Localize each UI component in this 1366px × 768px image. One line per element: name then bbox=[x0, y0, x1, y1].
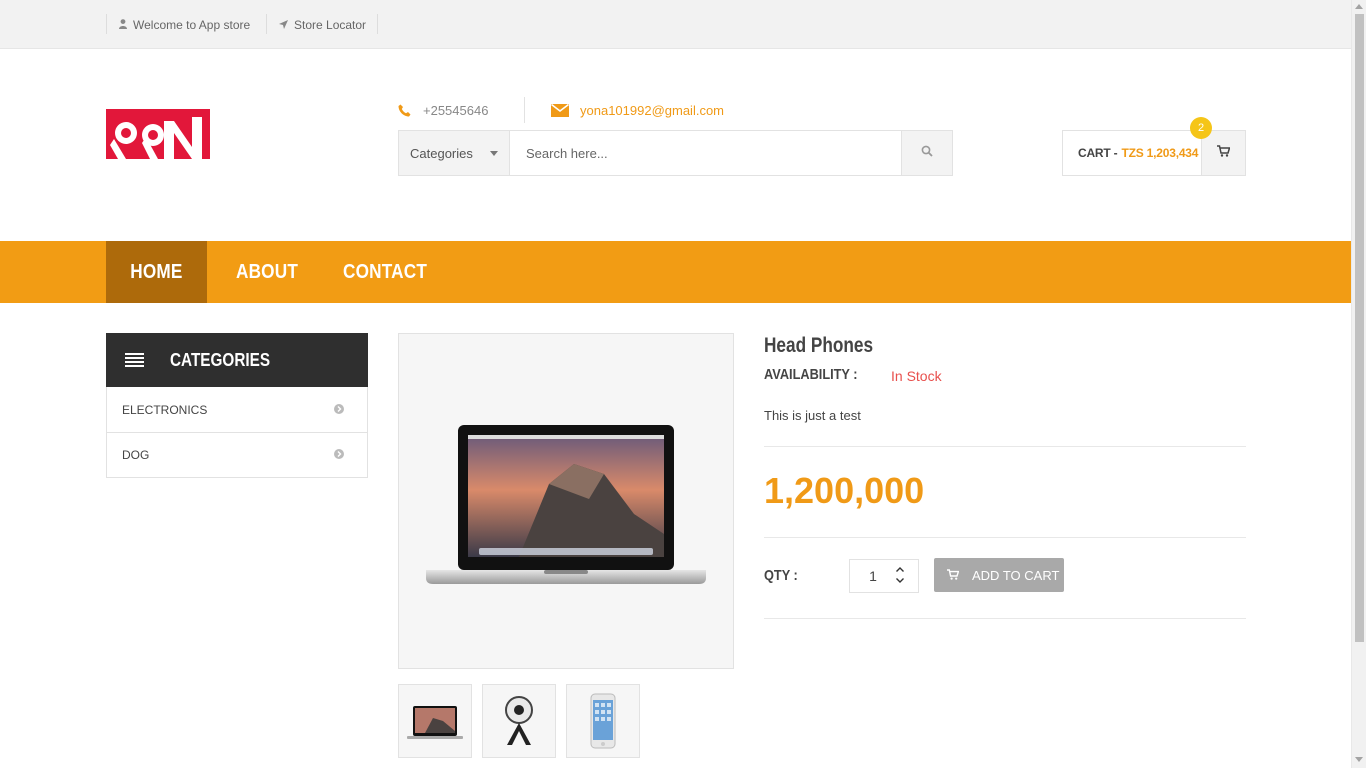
chevron-down-icon[interactable] bbox=[895, 576, 905, 584]
nav-about[interactable]: ABOUT bbox=[236, 241, 298, 303]
product-title: Head Phones bbox=[764, 334, 874, 357]
category-item-dog[interactable]: DOG bbox=[107, 432, 367, 477]
email-contact[interactable]: yona101992@gmail.com bbox=[551, 100, 724, 120]
scroll-up-arrow-icon[interactable] bbox=[1355, 4, 1363, 9]
store-logo[interactable] bbox=[106, 109, 210, 159]
search-icon bbox=[921, 144, 933, 162]
nav-home[interactable]: HOME bbox=[106, 241, 207, 303]
qty-label: QTY : bbox=[764, 567, 798, 584]
product-description: This is just a test bbox=[764, 408, 861, 423]
scroll-down-arrow-icon[interactable] bbox=[1355, 757, 1363, 762]
page: Welcome to App store Store Locator +2554… bbox=[0, 0, 1366, 768]
quantity-stepper bbox=[849, 559, 919, 593]
category-item-label: DOG bbox=[122, 448, 150, 462]
product-thumbnail-laptop[interactable] bbox=[398, 684, 472, 758]
cart-count-badge: 2 bbox=[1190, 117, 1212, 139]
categories-title: CATEGORIES bbox=[170, 349, 271, 370]
envelope-icon bbox=[551, 103, 569, 117]
store-locator-text: Store Locator bbox=[294, 17, 367, 32]
caret-down-icon bbox=[490, 151, 498, 156]
product-thumbnail-phone[interactable] bbox=[566, 684, 640, 758]
nav-contact-label: CONTACT bbox=[343, 260, 428, 283]
divider bbox=[764, 446, 1246, 447]
phone-contact: +25545646 bbox=[398, 100, 488, 120]
top-bar: Welcome to App store Store Locator bbox=[0, 0, 1351, 49]
search-bar: Categories bbox=[398, 130, 953, 176]
shopping-cart-icon bbox=[947, 568, 960, 583]
category-select-label: Categories bbox=[410, 145, 473, 161]
product-price: 1,200,000 bbox=[764, 470, 925, 511]
nav-about-label: ABOUT bbox=[236, 260, 299, 283]
cart-widget[interactable]: CART - TZS 1,203,434 bbox=[1062, 130, 1246, 176]
nav-home-label: HOME bbox=[130, 260, 183, 283]
divider bbox=[106, 14, 107, 34]
product-main-image[interactable] bbox=[398, 333, 734, 669]
availability-label: AVAILABILITY : bbox=[764, 366, 858, 383]
divider bbox=[764, 537, 1246, 538]
location-arrow-icon bbox=[279, 18, 288, 32]
category-item-label: ELECTRONICS bbox=[122, 402, 208, 417]
menu-icon bbox=[125, 353, 144, 367]
phone-icon bbox=[398, 104, 411, 117]
email-address: yona101992@gmail.com bbox=[580, 102, 725, 118]
search-input[interactable] bbox=[510, 131, 901, 175]
laptop-thumbnail-image bbox=[407, 706, 463, 739]
user-icon bbox=[119, 18, 127, 32]
nav-contact[interactable]: CONTACT bbox=[343, 241, 427, 303]
search-button[interactable] bbox=[901, 131, 952, 175]
shopping-cart-icon bbox=[1217, 144, 1231, 162]
phone-number: +25545646 bbox=[423, 102, 489, 118]
divider bbox=[266, 14, 267, 34]
cart-summary[interactable]: CART - TZS 1,203,434 bbox=[1063, 131, 1201, 175]
category-item-electronics[interactable]: ELECTRONICS bbox=[107, 387, 367, 432]
cart-label: CART - bbox=[1078, 146, 1118, 160]
product-thumbnail-camera[interactable] bbox=[482, 684, 556, 758]
divider bbox=[764, 618, 1246, 619]
page-scrollbar[interactable] bbox=[1351, 0, 1366, 768]
store-locator-link[interactable]: Store Locator bbox=[279, 0, 366, 49]
category-list: ELECTRONICS DOG bbox=[106, 387, 368, 478]
phone-thumbnail-image bbox=[590, 693, 616, 749]
chevron-up-icon[interactable] bbox=[895, 565, 905, 573]
scrollbar-thumb[interactable] bbox=[1355, 14, 1364, 642]
availability-status: In Stock bbox=[891, 368, 942, 384]
welcome-link[interactable]: Welcome to App store bbox=[119, 0, 250, 49]
quantity-input[interactable] bbox=[850, 560, 896, 592]
categories-header[interactable]: CATEGORIES bbox=[106, 333, 368, 387]
divider bbox=[524, 97, 525, 123]
arrow-circle-right-icon bbox=[334, 403, 344, 417]
welcome-text: Welcome to App store bbox=[133, 17, 251, 32]
laptop-image bbox=[426, 425, 706, 584]
category-select[interactable]: Categories bbox=[399, 131, 510, 175]
cart-button[interactable] bbox=[1201, 131, 1245, 175]
cart-total: TZS 1,203,434 bbox=[1121, 146, 1199, 160]
arrow-circle-right-icon bbox=[334, 448, 344, 462]
add-to-cart-label: ADD TO CART bbox=[972, 567, 1060, 583]
divider bbox=[377, 14, 378, 34]
camera-thumbnail-image bbox=[505, 696, 533, 745]
main-nav: HOME ABOUT CONTACT bbox=[0, 241, 1351, 303]
add-to-cart-button[interactable]: ADD TO CART bbox=[934, 558, 1064, 592]
